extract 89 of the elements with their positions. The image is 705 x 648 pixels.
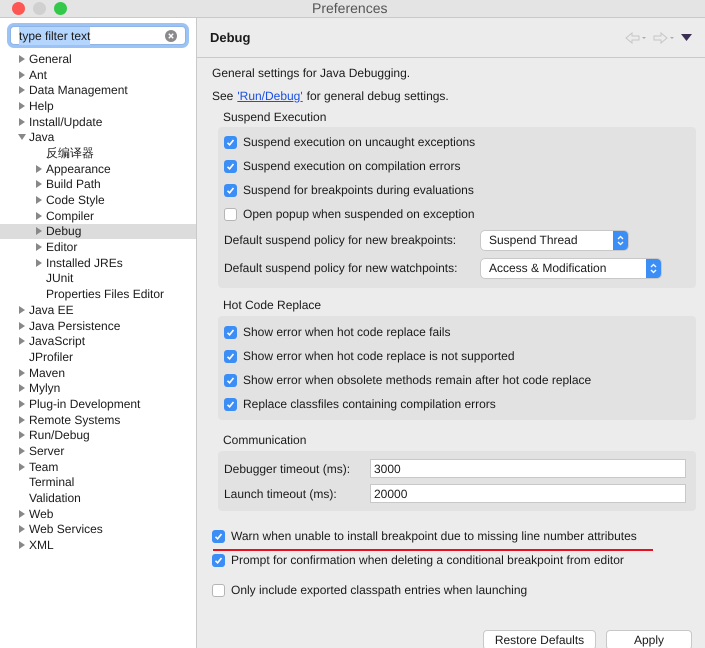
tree-item[interactable]: Code Style (0, 192, 196, 208)
tree-item[interactable]: JUnit (0, 270, 196, 286)
tree-item[interactable]: 反编译器 (0, 145, 196, 161)
field-label: Launch timeout (ms): (224, 486, 338, 502)
option-label: Prompt for confirmation when deleting a conditional breakpoint from editor (231, 552, 624, 569)
tree-item[interactable]: Data Management (0, 82, 196, 98)
check-icon (226, 352, 235, 360)
tree-item[interactable]: Validation (0, 490, 196, 506)
option-label: Suspend execution on compilation errors (243, 158, 460, 175)
tree-item[interactable]: Editor (0, 239, 196, 255)
checkbox[interactable] (224, 208, 237, 220)
tree-item[interactable]: Installed JREs (0, 254, 196, 271)
run-debug-link[interactable]: 'Run/Debug' (237, 86, 303, 104)
check-icon (226, 138, 235, 146)
tree-item[interactable]: Java Persistence (0, 318, 196, 334)
check-icon (214, 556, 223, 564)
tree-item[interactable]: Run/Debug (0, 428, 196, 444)
tree-item[interactable]: Web Services (0, 522, 196, 538)
stepper-icon (646, 258, 661, 278)
checkbox[interactable] (212, 530, 225, 542)
input-field[interactable]: 3000 (370, 459, 686, 478)
checkbox[interactable] (224, 350, 237, 362)
tree-item[interactable]: Ant (0, 66, 196, 82)
section-title: Communication (223, 432, 308, 449)
expanded-arrow-icon[interactable] (18, 133, 26, 142)
tree-item[interactable]: Debug (0, 224, 196, 240)
check-icon (214, 532, 223, 540)
tree-item[interactable]: Server (0, 443, 196, 459)
section-title: Suspend Execution (223, 109, 328, 126)
checkbox[interactable] (224, 184, 237, 196)
see-text: See (212, 88, 234, 104)
tree-item[interactable]: Remote Systems (0, 412, 196, 428)
tree-item[interactable]: General (0, 51, 196, 67)
dropdown[interactable]: Suspend Thread (481, 230, 628, 250)
tree-item[interactable]: Java EE (0, 302, 196, 318)
option-label: Replace classfiles containing compilation errors (243, 396, 496, 413)
option-label: Suspend for breakpoints during evaluations (243, 182, 474, 199)
option-label: Suspend execution on uncaught exceptions (243, 134, 476, 151)
tree-item[interactable]: Web (0, 506, 196, 522)
option-label: Warn when unable to install breakpoint due to missing line number attributes (231, 528, 637, 545)
stepper-icon (613, 230, 628, 250)
tree-item[interactable]: Appearance (0, 160, 196, 176)
close-button[interactable] (12, 2, 25, 15)
tree-item[interactable]: XML (0, 537, 196, 553)
select-label: Default suspend policy for new watchpoints: (224, 260, 458, 277)
field-label: Debugger timeout (ms): (224, 460, 352, 478)
see-text: for general debug settings. (306, 88, 449, 104)
checkbox[interactable] (212, 554, 225, 566)
option-label: Show error when hot code replace fails (243, 324, 450, 341)
tree-item[interactable]: Compiler (0, 208, 196, 224)
option-label: Open popup when suspended on exception (243, 206, 475, 223)
section-title: Hot Code Replace (223, 297, 322, 314)
tree-item[interactable]: Mylyn (0, 380, 196, 396)
check-icon (226, 328, 235, 336)
checkbox[interactable] (224, 136, 237, 148)
checkbox[interactable] (212, 584, 225, 596)
checkbox[interactable] (224, 398, 237, 410)
option-label: Only include exported classpath entries when launching (231, 582, 528, 599)
tree-item[interactable]: Plug-in Development (0, 396, 196, 412)
tree-item[interactable]: Properties Files Editor (0, 286, 196, 302)
tree-item[interactable]: Build Path (0, 176, 196, 192)
tree-item[interactable]: Team (0, 458, 196, 475)
check-icon (226, 376, 235, 384)
option-label: Show error when hot code replace is not supported (243, 348, 514, 365)
tree-item[interactable]: Install/Update (0, 114, 196, 130)
tree-item[interactable]: Maven (0, 364, 196, 380)
dropdown[interactable]: Access & Modification (481, 258, 661, 278)
dialog-button[interactable]: Restore Defaults (483, 630, 596, 648)
check-icon (226, 400, 235, 408)
dialog-button[interactable]: Apply (606, 630, 692, 648)
check-icon (226, 162, 235, 170)
tree-item[interactable]: JavaScript (0, 333, 196, 350)
check-icon (226, 186, 235, 194)
tree-item[interactable]: Java (0, 129, 196, 146)
page-title: Debug (210, 28, 250, 47)
clear-icon[interactable] (165, 30, 177, 42)
tree-item[interactable]: Help (0, 98, 196, 114)
option-label: Show error when obsolete methods remain after hot code replace (243, 372, 592, 389)
filter-field[interactable]: type filter text (10, 26, 186, 45)
input-field[interactable]: 20000 (370, 484, 686, 503)
menu-icon[interactable] (681, 34, 692, 41)
checkbox[interactable] (224, 160, 237, 172)
checkbox[interactable] (224, 326, 237, 338)
description: General settings for Java Debugging. (212, 64, 412, 82)
tree-item[interactable]: Terminal (0, 474, 196, 490)
select-label: Default suspend policy for new breakpoints: (224, 232, 458, 249)
checkbox[interactable] (224, 374, 237, 386)
window-title: Preferences (312, 0, 388, 18)
tree-item[interactable]: JProfiler (0, 349, 196, 365)
